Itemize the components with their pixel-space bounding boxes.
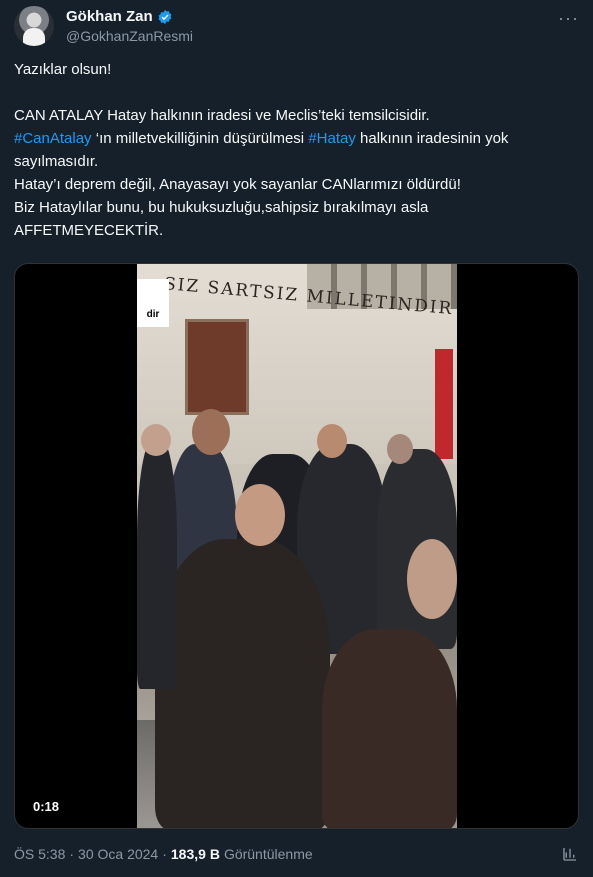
more-options-icon[interactable]: ··· xyxy=(558,8,579,29)
tweet-line-part: ‘ın milletvekilliğinin düşürülmesi xyxy=(91,130,309,147)
name-row: Gökhan Zan xyxy=(66,8,173,25)
tweet-text: Yazıklar olsun! CAN ATALAY Hatay halkını… xyxy=(14,58,574,242)
door xyxy=(185,319,249,415)
hashtag-link[interactable]: #Hatay xyxy=(308,130,356,147)
tweet-line: Biz Hataylılar bunu, bu hukuksuzluğu,sah… xyxy=(14,199,429,216)
avatar[interactable] xyxy=(14,6,54,46)
video-duration-badge: 0:18 xyxy=(27,797,66,816)
analytics-icon[interactable] xyxy=(561,845,579,863)
tweet-line: Hatay’ı deprem değil, Anayasayı yok saya… xyxy=(14,176,461,193)
hashtag-link[interactable]: #CanAtalay xyxy=(14,130,92,147)
views-label: Görüntülenme xyxy=(223,846,313,862)
views-count: 183,9 B xyxy=(170,846,220,862)
tweet-line: CAN ATALAY Hatay halkının iradesi ve Mec… xyxy=(14,107,430,124)
tweet-meta: ÖS 5:38 · 30 Oca 2024 · 183,9 B Görüntül… xyxy=(14,846,313,862)
author-handle[interactable]: @GokhanZanResmi xyxy=(66,28,193,44)
separator: · xyxy=(69,846,75,862)
tweet-header: Gökhan Zan @GokhanZanResmi ··· xyxy=(14,6,579,52)
flag xyxy=(435,349,453,459)
separator: · xyxy=(162,846,167,862)
video-player[interactable]: SIZ SARTSIZ MILLETINDIR dir 0:18 xyxy=(14,263,579,829)
tweet-line: AFFETMEYECEKTİR. xyxy=(14,222,164,239)
video-frame: SIZ SARTSIZ MILLETINDIR dir xyxy=(137,264,457,828)
author-display-name[interactable]: Gökhan Zan xyxy=(66,8,153,25)
tweet-date[interactable]: 30 Oca 2024 xyxy=(78,846,158,862)
placard: dir xyxy=(137,279,169,327)
tweet-time[interactable]: ÖS 5:38 xyxy=(14,846,65,862)
tweet-line: #CanAtalay ‘ın milletvekilliğinin düşürü… xyxy=(14,127,574,173)
tweet-line: Yazıklar olsun! xyxy=(14,61,112,78)
verified-badge-icon xyxy=(158,9,172,24)
